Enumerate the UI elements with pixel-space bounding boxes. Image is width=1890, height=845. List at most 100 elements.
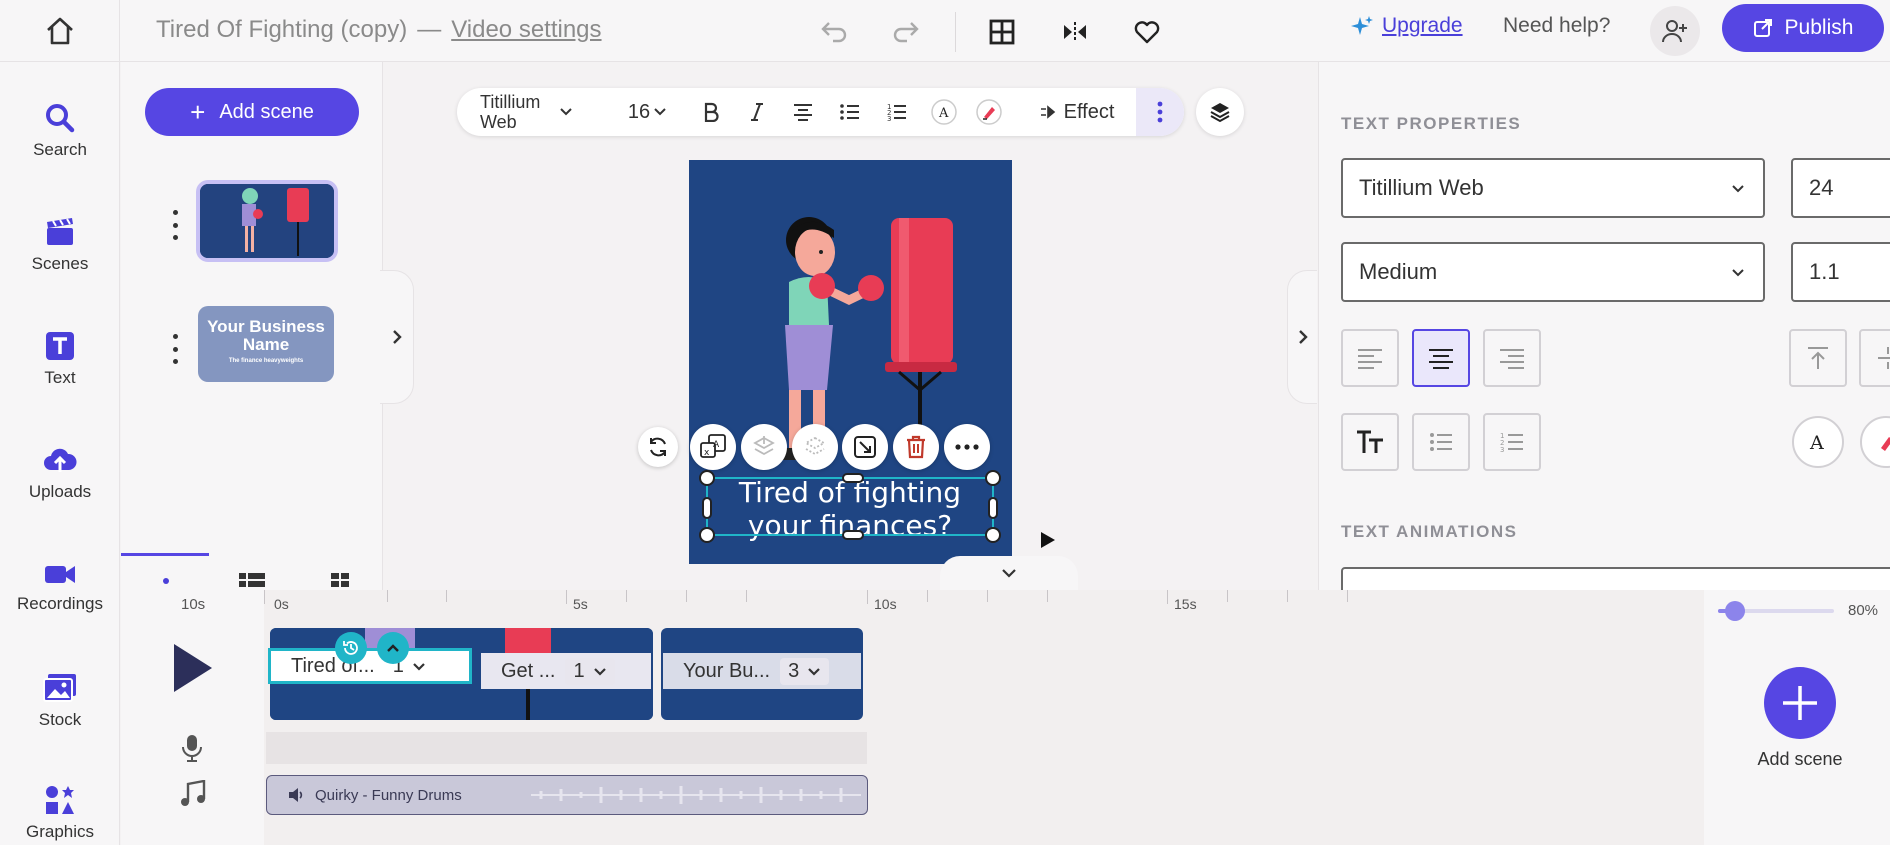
nav-recordings[interactable]: Recordings	[0, 560, 120, 614]
align-left-button[interactable]	[1341, 329, 1399, 387]
audio-track[interactable]: Quirky - Funny Drums	[266, 775, 868, 815]
toolbar-size-select[interactable]: 16	[617, 88, 677, 136]
timeline-ruler[interactable]: 0s 5s 10s 15s	[264, 590, 1704, 620]
ruler-tick	[446, 590, 447, 602]
clip-1-text-layer[interactable]: Tired of... 1	[268, 648, 472, 684]
italic-button[interactable]	[739, 88, 775, 136]
text-animation-select[interactable]	[1341, 567, 1890, 590]
more-element-options-button[interactable]	[944, 424, 990, 470]
play-scene-button[interactable]	[1036, 528, 1060, 552]
clip-2-text-layer[interactable]: Get ... 1	[481, 653, 651, 689]
scene-1-menu-button[interactable]	[168, 210, 182, 240]
text-selection-box[interactable]	[699, 470, 1001, 543]
layers-button[interactable]	[1196, 88, 1244, 136]
resize-handle-right[interactable]	[988, 497, 998, 519]
collapse-properties-button[interactable]	[1287, 270, 1317, 404]
numbered-list-option[interactable]: 123	[1483, 413, 1541, 471]
flip-button[interactable]	[1055, 12, 1095, 52]
highlight-option-button[interactable]	[1860, 416, 1890, 468]
align-top-button[interactable]	[1789, 329, 1847, 387]
clip-3-count: 3	[788, 659, 800, 682]
font-color-button[interactable]: A	[1792, 416, 1844, 468]
bullet-list-button[interactable]	[832, 88, 868, 136]
align-right-button[interactable]	[1483, 329, 1541, 387]
effect-button[interactable]: Effect	[1027, 88, 1127, 136]
bring-forward-button[interactable]	[741, 424, 787, 470]
line-height-input[interactable]: 1.1	[1791, 242, 1890, 302]
resize-handle-tl[interactable]	[699, 470, 715, 486]
align-middle-button[interactable]	[1859, 329, 1890, 387]
bold-button[interactable]	[693, 88, 729, 136]
voiceover-button[interactable]	[180, 733, 204, 768]
toolbar-font-select[interactable]: Titillium Web	[471, 88, 581, 136]
text-animations-heading: TEXT ANIMATIONS	[1341, 522, 1518, 541]
align-middle-icon	[1878, 347, 1890, 369]
favorite-button[interactable]	[1127, 12, 1167, 52]
video-settings-link[interactable]: Video settings	[451, 16, 601, 43]
delete-element-button[interactable]	[893, 424, 939, 470]
numbered-list-icon: 123	[1500, 432, 1523, 453]
music-button[interactable]	[180, 779, 206, 813]
text-case-button[interactable]	[1341, 413, 1399, 471]
timeline-play-button[interactable]	[170, 640, 216, 696]
scene-thumbnail-2[interactable]: Your Business Name The finance heavyweig…	[198, 306, 334, 382]
nav-graphics[interactable]: Graphics	[0, 784, 120, 842]
bullet-list-option[interactable]	[1412, 413, 1470, 471]
chevron-down-icon	[1002, 569, 1016, 578]
font-family-select[interactable]: Titillium Web	[1341, 158, 1765, 218]
home-button[interactable]	[0, 0, 120, 62]
font-weight-select[interactable]: Medium	[1341, 242, 1765, 302]
toolbar-divider	[955, 12, 956, 52]
add-scene-button[interactable]: + Add scene	[145, 88, 359, 136]
publish-button[interactable]: Publish	[1722, 4, 1884, 52]
invite-user-button[interactable]	[1650, 6, 1700, 56]
help-link[interactable]: Need help?	[1503, 14, 1610, 38]
resize-handle-left[interactable]	[702, 497, 712, 519]
project-title: Tired Of Fighting (copy) — Video settings	[156, 16, 602, 44]
audio-track-label: Quirky - Funny Drums	[315, 786, 462, 804]
clip-expand-button[interactable]	[377, 632, 409, 664]
ruler-label-10s: 10s	[874, 596, 897, 612]
font-size-value: 24	[1809, 175, 1834, 200]
add-scene-round-button[interactable]	[1764, 667, 1836, 739]
resize-handle-bottom[interactable]	[842, 530, 864, 540]
music-note-icon	[181, 779, 206, 806]
zoom-value: 80%	[1848, 602, 1879, 619]
replace-element-button[interactable]	[638, 427, 678, 467]
nav-scenes[interactable]: Scenes	[0, 216, 120, 274]
resize-handle-bl[interactable]	[699, 527, 715, 543]
redo-button[interactable]	[886, 12, 926, 52]
undo-button[interactable]	[814, 12, 854, 52]
font-color-icon: A	[1809, 432, 1824, 453]
nav-text[interactable]: Text	[0, 330, 120, 388]
send-backward-button[interactable]	[792, 424, 838, 470]
nav-uploads[interactable]: Uploads	[0, 444, 120, 502]
numbered-list-button[interactable]: 123	[879, 88, 915, 136]
collapse-scene-panel-button[interactable]	[380, 270, 414, 404]
font-size-input[interactable]: 24	[1791, 158, 1890, 218]
toolbar-more-button[interactable]	[1136, 88, 1184, 136]
clip-3-text-layer[interactable]: Your Bu... 3	[663, 653, 861, 689]
resize-handle-br[interactable]	[985, 527, 1001, 543]
align-center-option[interactable]	[1412, 329, 1470, 387]
voiceover-track[interactable]	[266, 732, 867, 764]
text-color-button[interactable]: A	[924, 88, 964, 136]
nav-stock[interactable]: Stock	[0, 672, 120, 730]
collapse-timeline-button[interactable]	[940, 556, 1078, 590]
clip-timing-button[interactable]	[335, 632, 367, 664]
clip-3-count-select[interactable]: 3	[780, 657, 830, 685]
scene-2-menu-button[interactable]	[168, 334, 182, 364]
scene-thumbnail-1[interactable]	[196, 180, 338, 262]
highlight-color-button[interactable]	[969, 88, 1009, 136]
project-name[interactable]: Tired Of Fighting (copy)	[156, 16, 407, 43]
ruler-tick	[1047, 590, 1048, 602]
nav-search[interactable]: Search	[0, 102, 120, 160]
resize-element-button[interactable]	[842, 424, 888, 470]
resize-handle-tr[interactable]	[985, 470, 1001, 486]
resize-handle-top[interactable]	[842, 473, 864, 483]
translate-button[interactable]: Ax	[690, 424, 736, 470]
clip-2-count-select[interactable]: 1	[565, 657, 615, 685]
align-center-button[interactable]	[785, 88, 821, 136]
upgrade-link[interactable]: Upgrade	[1350, 14, 1463, 38]
grid-view-button[interactable]	[982, 12, 1022, 52]
